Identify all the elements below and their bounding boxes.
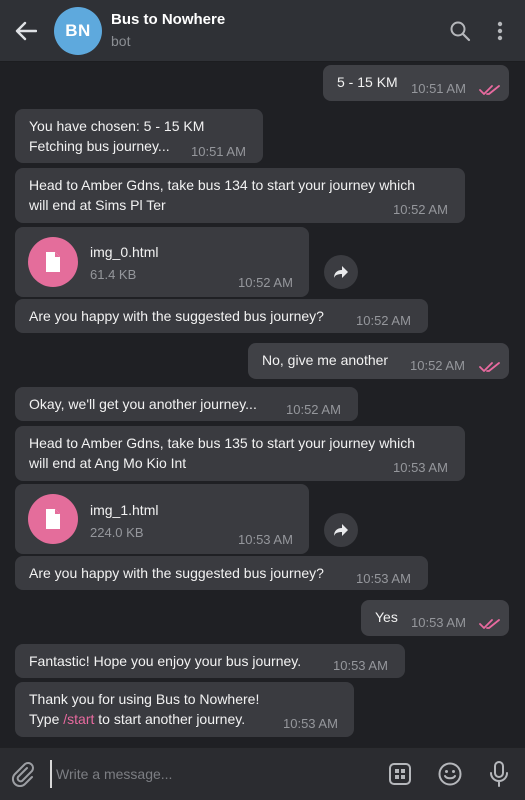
read-receipt-icon — [479, 360, 501, 372]
share-icon[interactable] — [324, 513, 358, 547]
file-name[interactable]: img_1.html — [90, 502, 158, 518]
avatar[interactable]: BN — [54, 7, 102, 55]
message-time: 10:52 AM — [410, 358, 465, 373]
file-size: 224.0 KB — [90, 525, 144, 540]
message-list[interactable]: 5 - 15 KM 10:51 AM You have chosen: 5 - … — [0, 62, 525, 747]
read-receipt-icon — [479, 617, 501, 629]
message-text-part: Type — [29, 711, 64, 727]
message-time: 10:52 AM — [393, 202, 448, 217]
message-text: Are you happy with the suggested bus jou… — [29, 308, 324, 324]
message-time: 10:53 AM — [333, 658, 388, 673]
chat-header: BN Bus to Nowhere bot — [0, 0, 525, 62]
message-time: 10:51 AM — [411, 81, 466, 96]
paperclip-icon[interactable] — [10, 761, 36, 788]
message-time: 10:53 AM — [356, 571, 411, 586]
message-text: Yes — [375, 609, 398, 625]
back-arrow-icon[interactable] — [12, 17, 40, 45]
message-text: will end at Ang Mo Kio Int — [29, 455, 187, 471]
chat-title[interactable]: Bus to Nowhere — [111, 11, 225, 28]
read-receipt-icon — [479, 83, 501, 95]
message-time: 10:53 AM — [411, 615, 466, 630]
message-text: will end at Sims Pl Ter — [29, 197, 166, 213]
message-text: No, give me another — [262, 352, 389, 368]
message-time: 10:53 AM — [238, 532, 293, 547]
message-time: 10:52 AM — [356, 313, 411, 328]
message-text: Are you happy with the suggested bus jou… — [29, 565, 324, 581]
message-outgoing[interactable]: No, give me another — [248, 343, 509, 379]
search-icon[interactable] — [449, 20, 471, 42]
bot-keyboard-icon[interactable] — [386, 760, 414, 788]
file-name[interactable]: img_0.html — [90, 244, 158, 260]
message-composer — [0, 747, 525, 800]
message-time: 10:52 AM — [286, 402, 341, 417]
document-icon[interactable] — [28, 237, 78, 287]
message-text: Head to Amber Gdns, take bus 135 to star… — [29, 435, 415, 451]
message-time: 10:51 AM — [191, 144, 246, 159]
message-text: Fantastic! Hope you enjoy your bus journ… — [29, 653, 302, 669]
message-text: Thank you for using Bus to Nowhere! — [29, 691, 260, 707]
emoji-icon[interactable] — [436, 760, 464, 788]
message-time: 10:52 AM — [238, 275, 293, 290]
chat-subtitle: bot — [111, 33, 131, 49]
more-vertical-icon[interactable] — [491, 19, 509, 43]
share-icon[interactable] — [324, 255, 358, 289]
message-time: 10:53 AM — [393, 460, 448, 475]
message-input[interactable] — [50, 760, 370, 788]
microphone-icon[interactable] — [485, 760, 513, 788]
file-size: 61.4 KB — [90, 267, 137, 282]
message-text: Head to Amber Gdns, take bus 134 to star… — [29, 177, 415, 193]
message-text-part: to start another journey. — [94, 711, 246, 727]
message-text: 5 - 15 KM — [337, 74, 398, 90]
message-time: 10:53 AM — [283, 716, 338, 731]
document-icon[interactable] — [28, 494, 78, 544]
message-text: You have chosen: 5 - 15 KM — [29, 118, 205, 134]
message-text: Okay, we'll get you another journey... — [29, 396, 257, 412]
start-command-link[interactable]: /start — [63, 711, 94, 727]
